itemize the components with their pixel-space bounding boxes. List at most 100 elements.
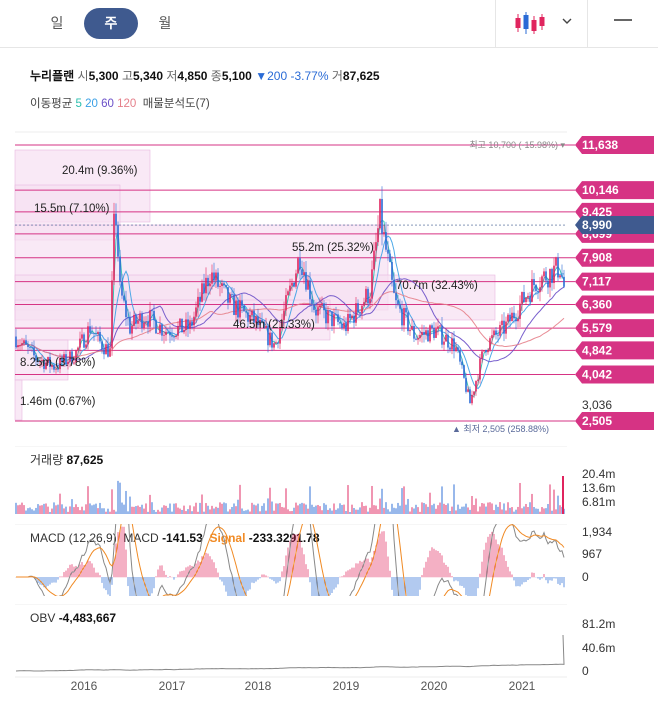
volume-bar (361, 502, 363, 514)
macd-histogram-bar (59, 576, 61, 578)
ma-20[interactable]: 20 (85, 98, 98, 110)
volume-bar (449, 511, 451, 514)
ma-5[interactable]: 5 (76, 98, 82, 110)
volume-chart[interactable]: 20.4m13.6m6.81m (0, 446, 658, 518)
macd-histogram-bar (279, 577, 281, 582)
macd-histogram-bar (377, 539, 379, 578)
volume-bar (501, 509, 503, 514)
volume-bar (119, 482, 121, 514)
candle-body (383, 232, 385, 234)
candle-body (385, 232, 387, 250)
candle-body (371, 269, 373, 299)
volume-bar (291, 511, 293, 514)
macd-histogram-bar (559, 577, 561, 586)
volume-profile-label[interactable]: 매물분석도(7) (143, 98, 210, 110)
volume-bar (335, 509, 337, 514)
candle-body (555, 257, 557, 266)
volume-bar (381, 488, 383, 514)
menu-icon[interactable] (614, 18, 632, 22)
volume-bar (445, 504, 447, 514)
price-tick-label: 3,036 (582, 398, 612, 412)
candle-body (531, 279, 533, 302)
volume-bar (395, 508, 397, 514)
candle-body (173, 336, 175, 338)
candle-body (331, 311, 333, 327)
candle-body (559, 275, 561, 278)
candle-body (457, 347, 459, 351)
candle-body (529, 295, 531, 302)
ma-120[interactable]: 120 (117, 98, 136, 110)
price-chart[interactable]: 20.4m (9.36%) 15.5m (7.10%) 55.2m (25.32%)… (0, 130, 658, 435)
candle-body (361, 305, 363, 314)
candle-body (525, 297, 527, 303)
candle-body (77, 347, 79, 351)
candle-body (121, 281, 123, 296)
volume-bar (261, 505, 263, 514)
candle-body (287, 291, 289, 296)
macd-histogram-bar (57, 577, 59, 580)
volume-bar (201, 494, 203, 514)
volume-bar (555, 509, 557, 514)
macd-histogram-bar (517, 577, 519, 587)
macd-histogram-bar (347, 570, 349, 578)
volume-bar (535, 508, 537, 514)
volume-profile-label: 1.46m (0.67%) (20, 396, 96, 408)
volume-bar (97, 508, 99, 514)
volume-bar (19, 504, 21, 514)
candle-body (535, 285, 537, 291)
obv-chart[interactable]: 81.2m 40.6m 0 2016 2017 2018 2019 2020 2021 (0, 604, 658, 711)
candle-body (165, 331, 167, 335)
candle-body (111, 280, 113, 349)
macd-histogram-bar (313, 577, 315, 596)
macd-histogram-bar (247, 577, 249, 591)
volume-bar (489, 502, 491, 514)
volume-bar (53, 502, 55, 514)
candle-body (199, 296, 201, 302)
candle-body (203, 283, 205, 294)
candle-body (487, 349, 489, 353)
top-bar: 일 주 월 (0, 0, 658, 48)
macd-histogram-bar (407, 577, 409, 596)
macd-histogram-bar (311, 577, 313, 596)
volume-bar (89, 503, 91, 514)
candle-body (145, 321, 147, 323)
volume-bar (515, 509, 517, 514)
candle-body (289, 285, 291, 292)
macd-histogram-bar (457, 577, 459, 582)
volume-bar (153, 509, 155, 514)
candle-body (179, 318, 181, 326)
candle-body (347, 313, 349, 332)
volume-bar (123, 504, 125, 514)
candle-body (239, 300, 241, 318)
volume-bar (345, 511, 347, 514)
chart-type-button[interactable] (512, 12, 572, 36)
tab-month[interactable]: 월 (146, 8, 184, 39)
obv-tick-label: 81.2m (582, 617, 615, 631)
candle-body (295, 273, 297, 287)
candle-body (109, 348, 111, 357)
volume-bar (403, 486, 405, 514)
volume-bar (481, 503, 483, 514)
volume-bar (113, 509, 115, 514)
candle-body (417, 338, 419, 340)
macd-histogram-bar (153, 577, 155, 589)
volume-bar (169, 503, 171, 514)
volume-bar (425, 504, 427, 514)
macd-histogram-bar (543, 574, 545, 578)
macd-histogram-bar (459, 577, 461, 586)
volume-bar (163, 505, 165, 514)
ma-60[interactable]: 60 (101, 98, 114, 110)
candle-body (275, 342, 277, 344)
tab-day[interactable]: 일 (38, 8, 76, 39)
volume-bar (419, 511, 421, 514)
candle-body (441, 325, 443, 345)
candle-body (469, 389, 471, 404)
volume-bar (235, 506, 237, 514)
macd-histogram-bar (151, 577, 153, 594)
macd-chart[interactable]: 1,934 967 0 (0, 524, 658, 596)
tab-week[interactable]: 주 (84, 8, 138, 39)
macd-histogram-bar (47, 577, 49, 586)
candle-body (79, 338, 81, 348)
volume-bar (251, 502, 253, 514)
candle-body (29, 347, 31, 348)
